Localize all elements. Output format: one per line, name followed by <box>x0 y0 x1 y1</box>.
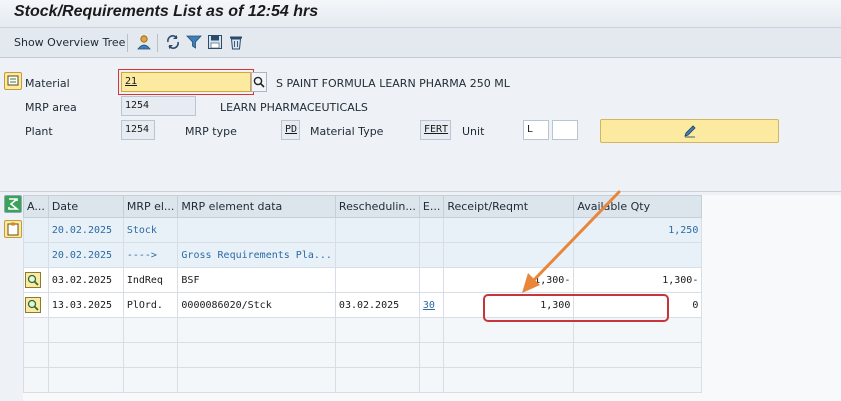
date-cell: 13.03.2025 <box>47 292 124 318</box>
page-title: Stock/Requirements List as of 12:54 hrs <box>14 3 319 20</box>
date-cell: 20.02.2025 <box>47 242 124 268</box>
row-icon-cell <box>23 217 49 243</box>
mrp-type-field: PD <box>281 120 300 140</box>
table-header-row: A... Date MRP el... MRP element data Res… <box>23 195 703 218</box>
column-header[interactable]: Date <box>47 195 124 218</box>
unit-label: Unit <box>462 125 485 138</box>
mrp-element-data-cell <box>177 217 336 243</box>
unit-extra-field <box>552 120 578 140</box>
requirements-grid: A... Date MRP el... MRP element data Res… <box>23 195 841 401</box>
row-icon-cell <box>23 292 49 318</box>
mrp-type-label: MRP type <box>185 125 237 138</box>
toolbar-separator <box>157 34 158 52</box>
mrp-area-label: MRP area <box>25 101 77 114</box>
show-overview-tree-button[interactable]: Show Overview Tree <box>14 36 125 49</box>
material-search-button[interactable] <box>251 72 267 92</box>
exception-cell <box>418 242 445 268</box>
column-header[interactable]: Receipt/Reqmt <box>443 195 575 218</box>
plant-field: 1254 <box>121 120 155 140</box>
available-qty-cell: 0 <box>573 292 703 318</box>
receipt-reqmt-cell <box>443 242 575 268</box>
exception-cell <box>418 267 445 293</box>
column-header[interactable]: Reschedulin... <box>334 195 420 218</box>
mrp-element-data-cell: BSF <box>177 267 336 293</box>
material-type-label: Material Type <box>310 125 384 138</box>
row-icon-cell <box>23 267 49 293</box>
column-header[interactable]: MRP element data <box>177 195 336 218</box>
receipt-reqmt-cell: 1,300- <box>443 267 575 293</box>
mrp-element-cell: IndReq <box>122 267 179 293</box>
detail-icon[interactable] <box>25 297 41 313</box>
available-qty-cell: 1,300- <box>573 267 703 293</box>
mrp-element-cell: Stock <box>122 217 179 243</box>
column-header[interactable]: Available Qty <box>573 195 703 218</box>
available-qty-cell: 1,250 <box>573 217 703 243</box>
plant-label: Plant <box>25 125 53 138</box>
mrp-element-cell: ----> <box>122 242 179 268</box>
refresh-icon[interactable] <box>165 34 181 50</box>
exception-link[interactable]: 30 <box>418 292 445 318</box>
title-bar: Stock/Requirements List as of 12:54 hrs <box>0 0 841 28</box>
rescheduling-cell: 03.02.2025 <box>334 292 420 318</box>
receipt-reqmt-cell <box>443 217 575 243</box>
column-header[interactable]: MRP el... <box>122 195 179 218</box>
trash-icon[interactable] <box>228 34 244 50</box>
receipt-reqmt-cell: 1,300 <box>443 292 575 318</box>
rescheduling-cell <box>334 217 420 243</box>
empty-row <box>23 317 703 343</box>
rescheduling-cell <box>334 267 420 293</box>
application-toolbar: Show Overview Tree <box>0 28 841 58</box>
empty-row <box>23 342 703 368</box>
date-cell: 03.02.2025 <box>47 267 124 293</box>
material-field[interactable]: 21 <box>121 72 251 92</box>
mrp-element-data-cell: 0000086020/Stck <box>177 292 336 318</box>
mrp-element-data-cell: Gross Requirements Pla... <box>177 242 336 268</box>
available-qty-cell <box>573 242 703 268</box>
exception-cell <box>418 217 445 243</box>
mrp-area-description: LEARN PHARMACEUTICALS <box>220 101 368 114</box>
material-type-field: FERT <box>420 120 451 140</box>
material-label: Material <box>25 77 70 90</box>
sum-icon[interactable] <box>4 195 22 213</box>
detail-icon[interactable] <box>25 272 41 288</box>
unit-field: L <box>523 120 549 140</box>
search-icon <box>253 76 265 88</box>
header-details-icon[interactable] <box>4 72 22 90</box>
requirements-table: A... Date MRP el... MRP element data Res… <box>23 195 703 393</box>
column-header[interactable]: A... <box>23 195 49 218</box>
toolbar-separator <box>127 34 128 52</box>
table-row[interactable]: 20.02.2025 Stock 1,250 <box>23 217 703 243</box>
column-header[interactable]: E... <box>418 195 445 218</box>
mrp-area-field: 1254 <box>121 96 196 116</box>
table-row[interactable]: 03.02.2025 IndReq BSF 1,300- 1,300- <box>23 267 703 293</box>
clipboard-icon[interactable] <box>4 220 22 238</box>
table-row[interactable]: 13.03.2025 PlOrd. 0000086020/Stck 03.02.… <box>23 292 703 318</box>
edit-button[interactable] <box>600 119 779 143</box>
filter-icon[interactable] <box>186 34 202 50</box>
table-row[interactable]: 20.02.2025 ----> Gross Requirements Pla.… <box>23 242 703 268</box>
empty-row <box>23 367 703 393</box>
mrp-element-cell: PlOrd. <box>122 292 179 318</box>
material-description: S PAINT FORMULA LEARN PHARMA 250 ML <box>276 77 510 90</box>
row-icon-cell <box>23 242 49 268</box>
pencil-icon <box>684 125 696 138</box>
rescheduling-cell <box>334 242 420 268</box>
date-cell: 20.02.2025 <box>47 217 124 243</box>
save-icon[interactable] <box>207 34 223 50</box>
user-change-icon[interactable] <box>136 34 152 50</box>
